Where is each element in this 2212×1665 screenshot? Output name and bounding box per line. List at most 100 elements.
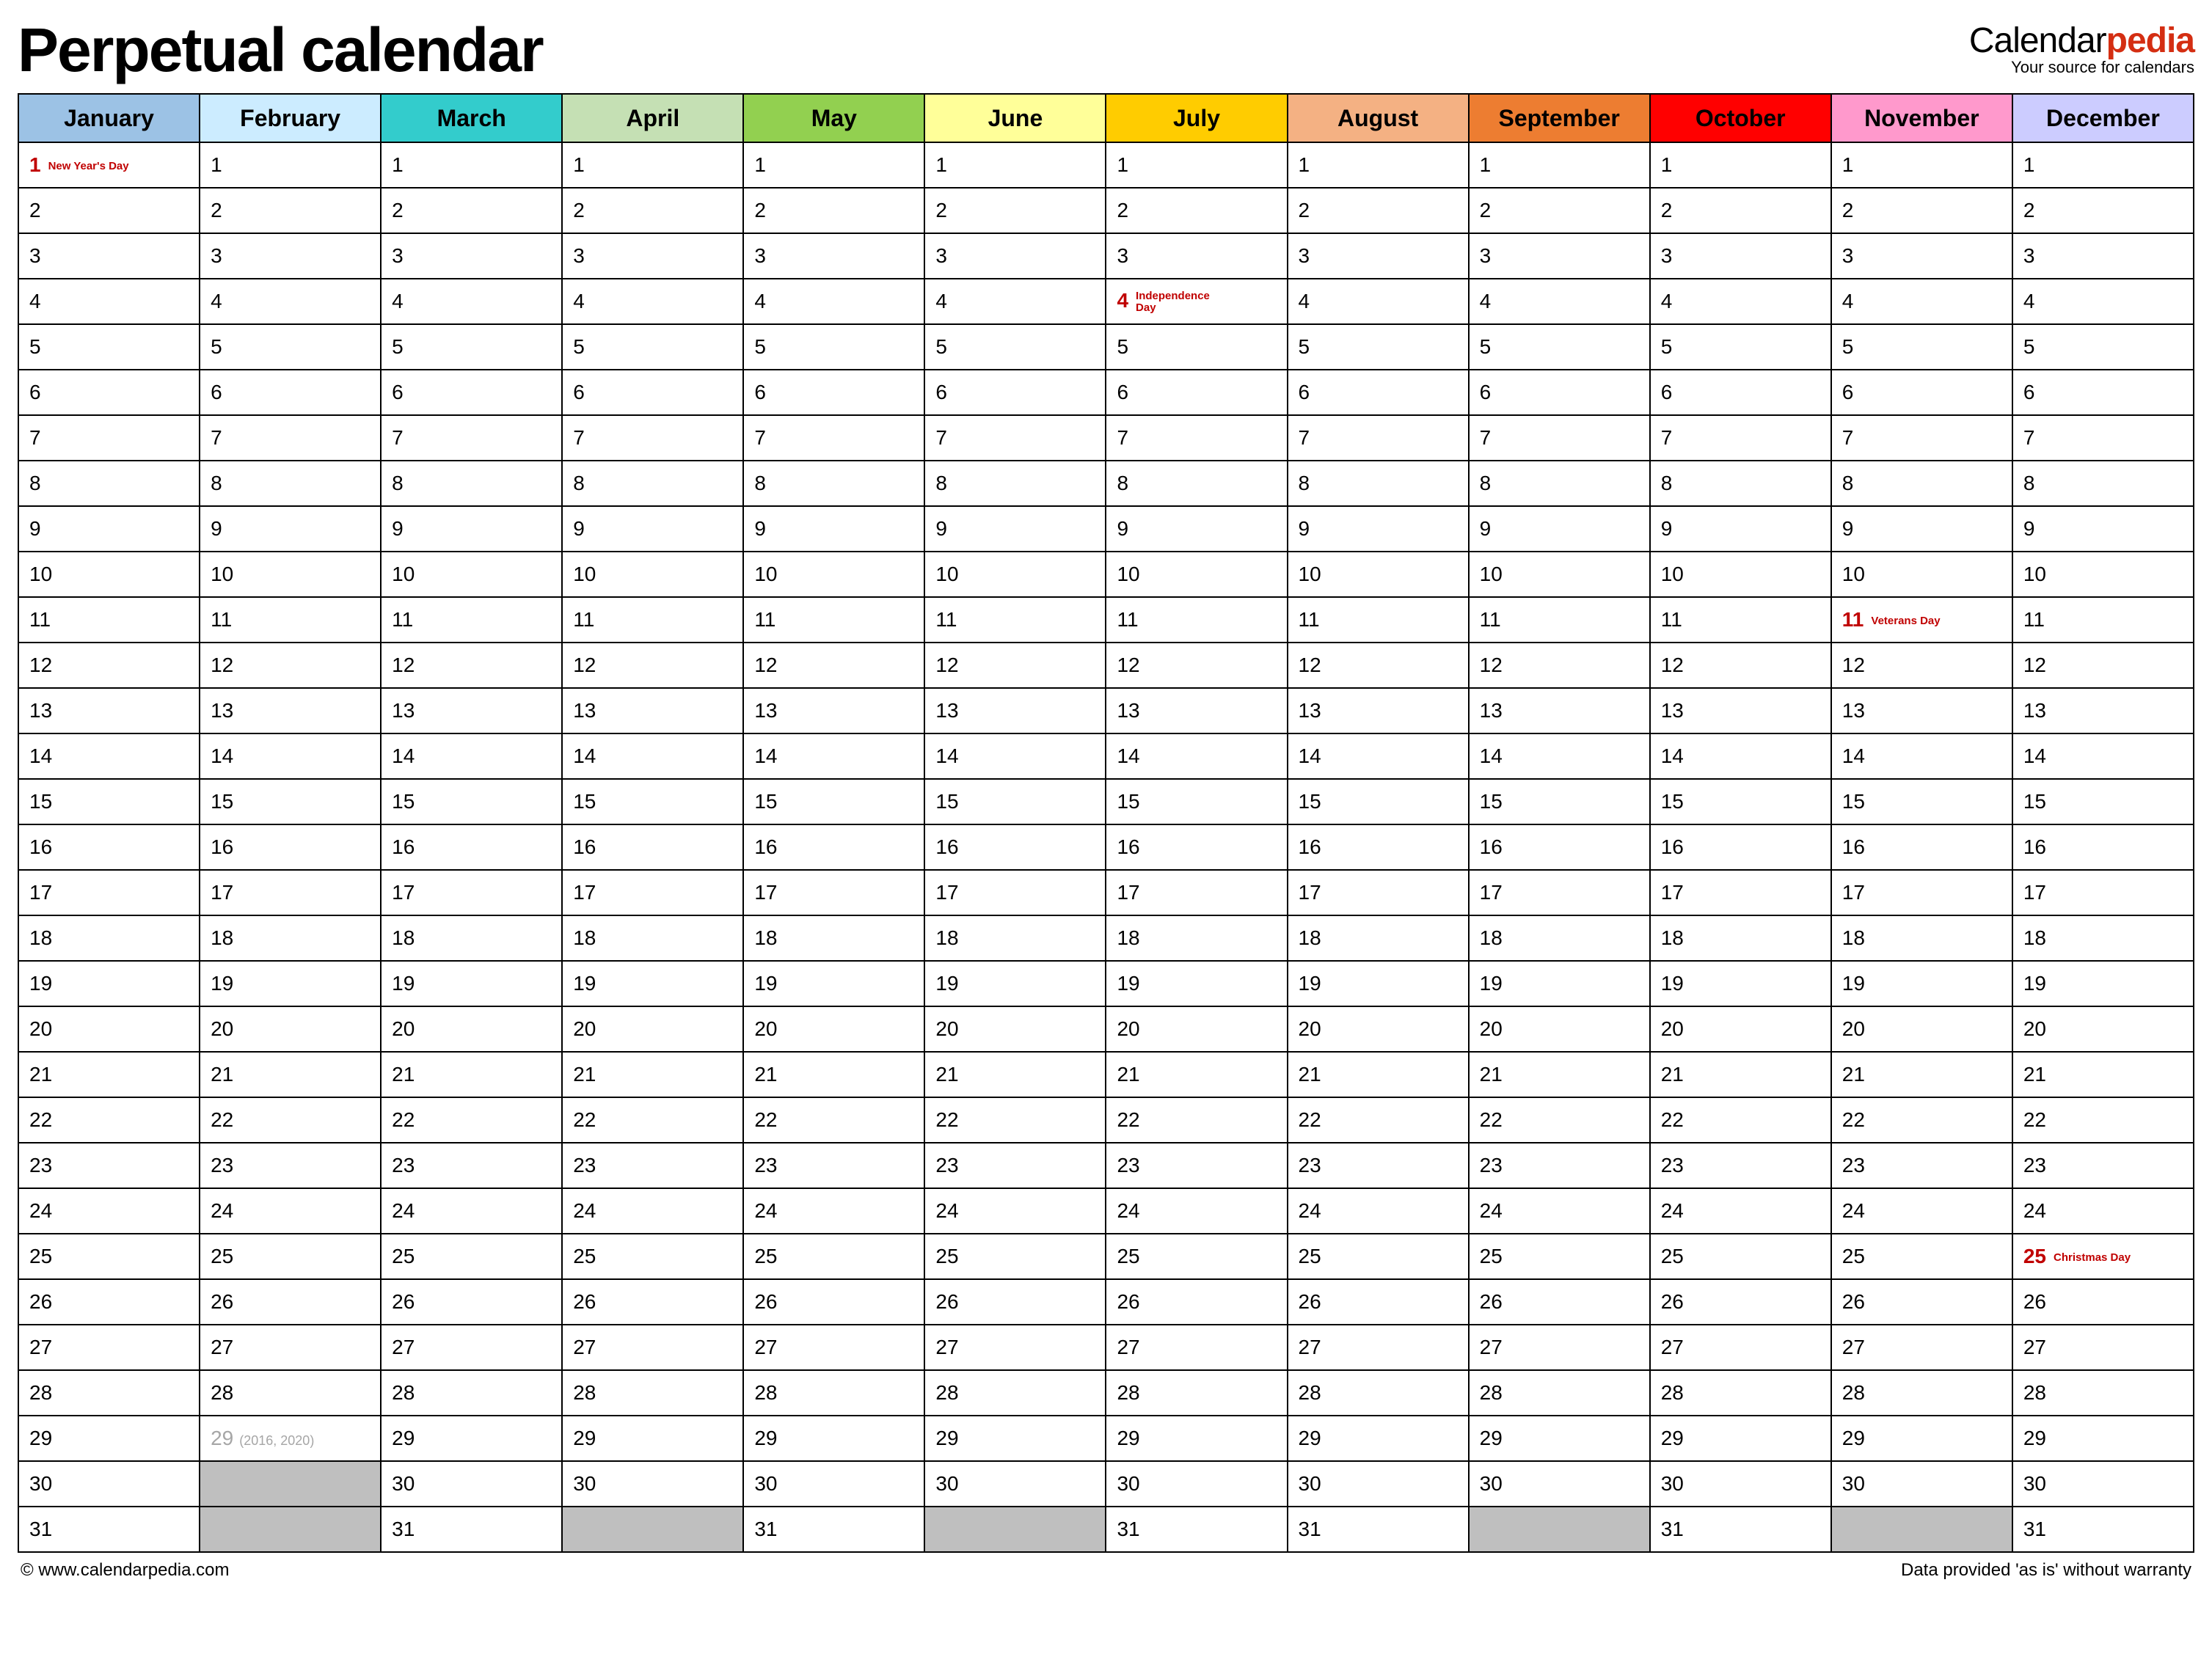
day-cell: 30 xyxy=(743,1461,924,1507)
day-cell: 14 xyxy=(200,733,381,779)
day-cell xyxy=(924,1507,1106,1552)
day-cell: 7 xyxy=(743,415,924,461)
day-cell: 1 xyxy=(1469,142,1650,188)
day-cell: 16 xyxy=(1650,824,1831,870)
day-cell: 29 xyxy=(381,1416,562,1461)
day-row: 222222222222222222222222 xyxy=(18,1097,2194,1143)
day-cell: 15 xyxy=(924,779,1106,824)
day-cell: 19 xyxy=(1469,961,1650,1006)
day-cell: 11 xyxy=(200,597,381,643)
day-cell: 25 xyxy=(1106,1234,1287,1279)
day-cell: 18 xyxy=(18,915,200,961)
day-cell: 14 xyxy=(1650,733,1831,779)
day-cell: 25 xyxy=(18,1234,200,1279)
month-header-july: July xyxy=(1106,94,1287,142)
day-cell: 22 xyxy=(18,1097,200,1143)
month-header-march: March xyxy=(381,94,562,142)
day-cell: 11 xyxy=(381,597,562,643)
day-cell: 8 xyxy=(924,461,1106,506)
day-cell: 13 xyxy=(924,688,1106,733)
day-cell: 31 xyxy=(381,1507,562,1552)
brand-name: Calendarpedia xyxy=(1969,21,2194,61)
day-cell: 16 xyxy=(381,824,562,870)
day-row: 888888888888 xyxy=(18,461,2194,506)
day-cell: 18 xyxy=(381,915,562,961)
day-cell: 28 xyxy=(924,1370,1106,1416)
day-cell: 7 xyxy=(924,415,1106,461)
day-row: 222222222222 xyxy=(18,188,2194,233)
day-cell: 15 xyxy=(1106,779,1287,824)
month-header-april: April xyxy=(562,94,743,142)
day-cell: 13 xyxy=(1831,688,2012,733)
page-title: Perpetual calendar xyxy=(18,15,543,86)
day-cell: 30 xyxy=(1469,1461,1650,1507)
day-cell: 2 xyxy=(1106,188,1287,233)
day-cell: 24 xyxy=(18,1188,200,1234)
day-cell: 2 xyxy=(200,188,381,233)
day-cell: 1 xyxy=(924,142,1106,188)
day-cell: 18 xyxy=(924,915,1106,961)
day-cell: 1 xyxy=(200,142,381,188)
day-cell: 4 xyxy=(2012,279,2194,324)
day-cell: 21 xyxy=(562,1052,743,1097)
day-cell: 12 xyxy=(18,643,200,688)
day-cell: 20 xyxy=(1288,1006,1469,1052)
day-cell: 10 xyxy=(743,552,924,597)
month-header-february: February xyxy=(200,94,381,142)
day-cell: 20 xyxy=(381,1006,562,1052)
day-cell: 16 xyxy=(1831,824,2012,870)
month-header-august: August xyxy=(1288,94,1469,142)
day-cell: 4 xyxy=(200,279,381,324)
day-cell: 14 xyxy=(1106,733,1287,779)
day-cell: 15 xyxy=(1469,779,1650,824)
day-cell: 2 xyxy=(562,188,743,233)
day-cell: 12 xyxy=(924,643,1106,688)
day-cell: 6 xyxy=(562,370,743,415)
day-cell: 18 xyxy=(200,915,381,961)
day-cell xyxy=(1831,1507,2012,1552)
day-cell: 3 xyxy=(1469,233,1650,279)
day-cell: 18 xyxy=(743,915,924,961)
day-cell: 16 xyxy=(18,824,200,870)
day-cell: 29 xyxy=(1831,1416,2012,1461)
day-cell: 1New Year's Day xyxy=(18,142,200,188)
day-cell: 19 xyxy=(562,961,743,1006)
day-cell: 1 xyxy=(1650,142,1831,188)
day-cell: 10 xyxy=(1106,552,1287,597)
day-cell: 19 xyxy=(1831,961,2012,1006)
day-cell: 6 xyxy=(2012,370,2194,415)
day-cell: 20 xyxy=(2012,1006,2194,1052)
day-cell: 21 xyxy=(200,1052,381,1097)
day-cell: 9 xyxy=(381,506,562,552)
day-cell: 26 xyxy=(381,1279,562,1325)
day-row: 777777777777 xyxy=(18,415,2194,461)
day-cell: 3 xyxy=(381,233,562,279)
day-cell: 21 xyxy=(1831,1052,2012,1097)
day-cell: 17 xyxy=(743,870,924,915)
day-cell: 25 xyxy=(1650,1234,1831,1279)
day-cell: 31 xyxy=(1650,1507,1831,1552)
day-cell: 4 xyxy=(381,279,562,324)
day-cell: 28 xyxy=(743,1370,924,1416)
day-cell: 21 xyxy=(1469,1052,1650,1097)
day-cell: 15 xyxy=(200,779,381,824)
day-cell: 12 xyxy=(1106,643,1287,688)
day-cell: 24 xyxy=(2012,1188,2194,1234)
day-cell: 21 xyxy=(1106,1052,1287,1097)
day-row: 555555555555 xyxy=(18,324,2194,370)
day-cell: 27 xyxy=(743,1325,924,1370)
day-cell: 15 xyxy=(1288,779,1469,824)
footer-right: Data provided 'as is' without warranty xyxy=(1901,1560,2191,1581)
day-cell: 1 xyxy=(562,142,743,188)
day-cell: 30 xyxy=(1650,1461,1831,1507)
day-cell: 4Independence Day xyxy=(1106,279,1287,324)
calendar-table: JanuaryFebruaryMarchAprilMayJuneJulyAugu… xyxy=(18,93,2194,1553)
day-cell: 27 xyxy=(2012,1325,2194,1370)
day-cell: 25 xyxy=(381,1234,562,1279)
day-cell: 25 xyxy=(924,1234,1106,1279)
month-header-june: June xyxy=(924,94,1106,142)
day-cell: 27 xyxy=(1288,1325,1469,1370)
day-cell: 3 xyxy=(1831,233,2012,279)
day-cell: 12 xyxy=(1650,643,1831,688)
day-cell: 21 xyxy=(2012,1052,2194,1097)
